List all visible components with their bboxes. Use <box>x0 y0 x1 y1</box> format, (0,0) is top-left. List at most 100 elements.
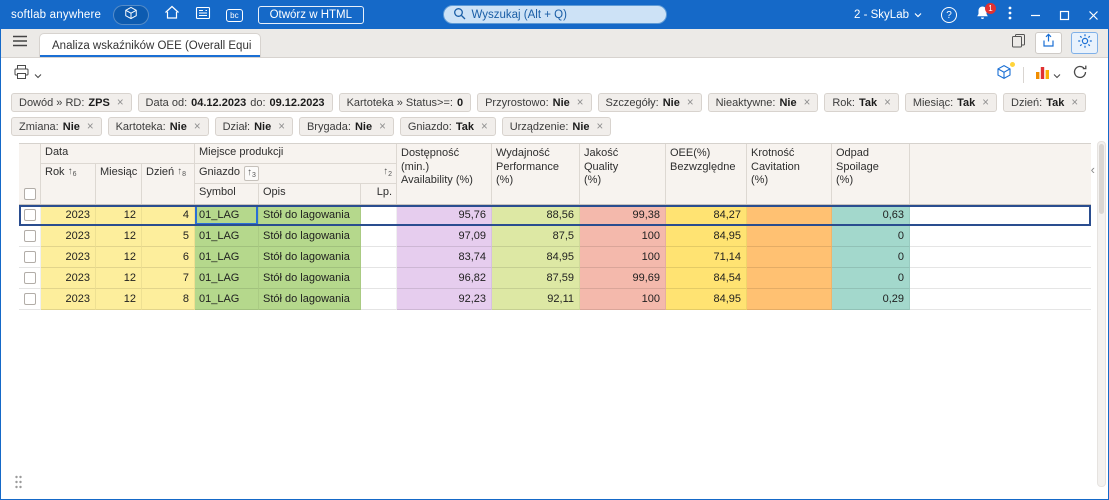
share-button[interactable] <box>1035 32 1062 54</box>
cell-rok[interactable]: 2023 <box>41 289 96 310</box>
cell-wydajnosc[interactable]: 84,95 <box>492 247 580 268</box>
cell-wydajnosc[interactable]: 87,59 <box>492 268 580 289</box>
maximize-button[interactable] <box>1050 1 1079 29</box>
close-button[interactable] <box>1079 1 1108 29</box>
cell-opis[interactable]: Stół do lagowania <box>259 247 361 268</box>
print-button[interactable] <box>13 64 42 85</box>
cell-oee[interactable]: 71,14 <box>666 247 747 268</box>
minimize-button[interactable] <box>1021 1 1050 29</box>
app-menu-button[interactable] <box>113 5 150 25</box>
filter-chip[interactable]: Rok: Tak × <box>824 93 899 112</box>
cell-dzien[interactable]: 4 <box>142 205 195 226</box>
cell-jakosc[interactable]: 99,69 <box>580 268 666 289</box>
row-checkbox[interactable] <box>23 293 36 305</box>
chip-close-icon[interactable]: × <box>597 121 604 133</box>
more-options-button[interactable] <box>999 1 1021 29</box>
cell-opis[interactable]: Stół do lagowania <box>259 289 361 310</box>
table-row[interactable]: 2023 12 4 01_LAG Stół do lagowania 95,76 88,56… <box>19 205 1091 226</box>
chip-close-icon[interactable]: × <box>804 97 811 109</box>
filter-chip[interactable]: Gniazdo: Tak × <box>399 117 496 136</box>
chip-close-icon[interactable]: × <box>278 121 285 133</box>
settings-button[interactable] <box>1071 32 1098 54</box>
collapse-panel-chevron-icon[interactable]: ‹ <box>1091 163 1095 176</box>
cell-jakosc[interactable]: 100 <box>580 247 666 268</box>
cell-symbol[interactable]: 01_LAG <box>195 226 259 247</box>
cell-rok[interactable]: 2023 <box>41 268 96 289</box>
cell-dzien[interactable]: 6 <box>142 247 195 268</box>
row-checkbox[interactable] <box>23 209 36 221</box>
search-input[interactable]: Wyszukaj (Alt + Q) <box>442 5 667 24</box>
cell-dostepnosc[interactable]: 92,23 <box>397 289 492 310</box>
header-group-miejsce-produkcji[interactable]: Miejsce produkcji <box>195 144 397 164</box>
cell-miesiac[interactable]: 12 <box>96 268 142 289</box>
cell-odpad[interactable]: 0,63 <box>832 205 910 226</box>
cell-lp[interactable] <box>361 289 397 310</box>
cell-lp[interactable] <box>361 205 397 226</box>
header-col-wydajnosc[interactable]: Wydajność Performance (%) <box>492 144 580 204</box>
cell-lp[interactable] <box>361 247 397 268</box>
cell-dostepnosc[interactable]: 83,74 <box>397 247 492 268</box>
tab-analiza-oee[interactable]: Analiza wskaźników OEE (Overall Equi <box>39 33 261 57</box>
filter-chip[interactable]: Brygada: Nie × <box>298 117 394 136</box>
cell-odpad[interactable]: 0 <box>832 268 910 289</box>
sort-asc-icon[interactable]: ↑ 2 <box>383 166 392 179</box>
cell-oee[interactable]: 84,54 <box>666 268 747 289</box>
filter-chip[interactable]: Dział: Nie × <box>214 117 293 136</box>
cell-miesiac[interactable]: 12 <box>96 247 142 268</box>
cell-wydajnosc[interactable]: 88,56 <box>492 205 580 226</box>
cell-miesiac[interactable]: 12 <box>96 205 142 226</box>
row-checkbox[interactable] <box>23 230 36 242</box>
cell-lp[interactable] <box>361 226 397 247</box>
chip-close-icon[interactable]: × <box>1071 97 1078 109</box>
table-row[interactable]: 2023 12 8 01_LAG Stół do lagowania 92,23 92,11… <box>19 289 1091 310</box>
cell-odpad[interactable]: 0,29 <box>832 289 910 310</box>
cell-dostepnosc[interactable]: 96,82 <box>397 268 492 289</box>
cell-lp[interactable] <box>361 268 397 289</box>
drag-handle-icon[interactable] <box>14 474 23 490</box>
filter-chip[interactable]: Data od: 04.12.2023 do: 09.12.2023 <box>137 93 333 112</box>
cell-symbol[interactable]: 01_LAG <box>195 205 259 226</box>
cell-opis[interactable]: Stół do lagowania <box>259 268 361 289</box>
menu-button[interactable] <box>1 29 39 57</box>
pages-button[interactable] <box>1011 33 1026 53</box>
chip-close-icon[interactable]: × <box>687 97 694 109</box>
filter-chip[interactable]: Miesiąc: Tak × <box>904 93 998 112</box>
filter-chip[interactable]: Nieaktywne: Nie × <box>707 93 819 112</box>
open-in-html-button[interactable]: Otwórz w HTML <box>257 6 365 24</box>
cell-jakosc[interactable]: 99,38 <box>580 205 666 226</box>
chip-close-icon[interactable]: × <box>982 97 989 109</box>
filter-chip[interactable]: Urządzenie: Nie × <box>501 117 612 136</box>
cell-dzien[interactable]: 7 <box>142 268 195 289</box>
header-col-gniazdo[interactable]: Gniazdo ↑ 3 ↑ 2 <box>195 164 397 184</box>
cell-opis[interactable]: Stół do lagowania <box>259 205 361 226</box>
help-button[interactable]: ? <box>941 7 957 23</box>
cell-dzien[interactable]: 5 <box>142 226 195 247</box>
cell-dostepnosc[interactable]: 97,09 <box>397 226 492 247</box>
scrollbar-thumb[interactable] <box>1099 144 1104 214</box>
notifications-button[interactable]: 1 <box>966 1 999 29</box>
cell-symbol[interactable]: 01_LAG <box>195 268 259 289</box>
cell-oee[interactable]: 84,27 <box>666 205 747 226</box>
cell-krotnosc[interactable] <box>747 289 832 310</box>
header-col-lp[interactable]: Lp. <box>361 184 397 204</box>
cell-oee[interactable]: 84,95 <box>666 289 747 310</box>
cell-symbol[interactable]: 01_LAG <box>195 289 259 310</box>
cell-miesiac[interactable]: 12 <box>96 289 142 310</box>
table-row[interactable]: 2023 12 7 01_LAG Stół do lagowania 96,82 87,59… <box>19 268 1091 289</box>
filter-chip[interactable]: Kartoteka » Status>=: 0 <box>338 93 472 112</box>
row-checkbox[interactable] <box>23 251 36 263</box>
news-button[interactable] <box>195 6 211 25</box>
chip-close-icon[interactable]: × <box>117 97 124 109</box>
cell-opis[interactable]: Stół do lagowania <box>259 226 361 247</box>
header-col-dostepnosc[interactable]: Dostępność (min.) Availability (%) <box>397 144 492 204</box>
filter-chip[interactable]: Dowód » RD: ZPS × <box>11 93 132 112</box>
header-col-krotnosc[interactable]: Krotność Cavitation (%) <box>747 144 832 204</box>
table-row[interactable]: 2023 12 6 01_LAG Stół do lagowania 83,74 84,95… <box>19 247 1091 268</box>
cell-wydajnosc[interactable]: 87,5 <box>492 226 580 247</box>
filter-chip[interactable]: Kartoteka: Nie × <box>107 117 209 136</box>
filter-chip[interactable]: Przyrostowo: Nie × <box>477 93 592 112</box>
chip-close-icon[interactable]: × <box>87 121 94 133</box>
refresh-button[interactable] <box>1072 64 1088 85</box>
cell-wydajnosc[interactable]: 92,11 <box>492 289 580 310</box>
user-selector[interactable]: 2 - SkyLab <box>844 1 932 29</box>
